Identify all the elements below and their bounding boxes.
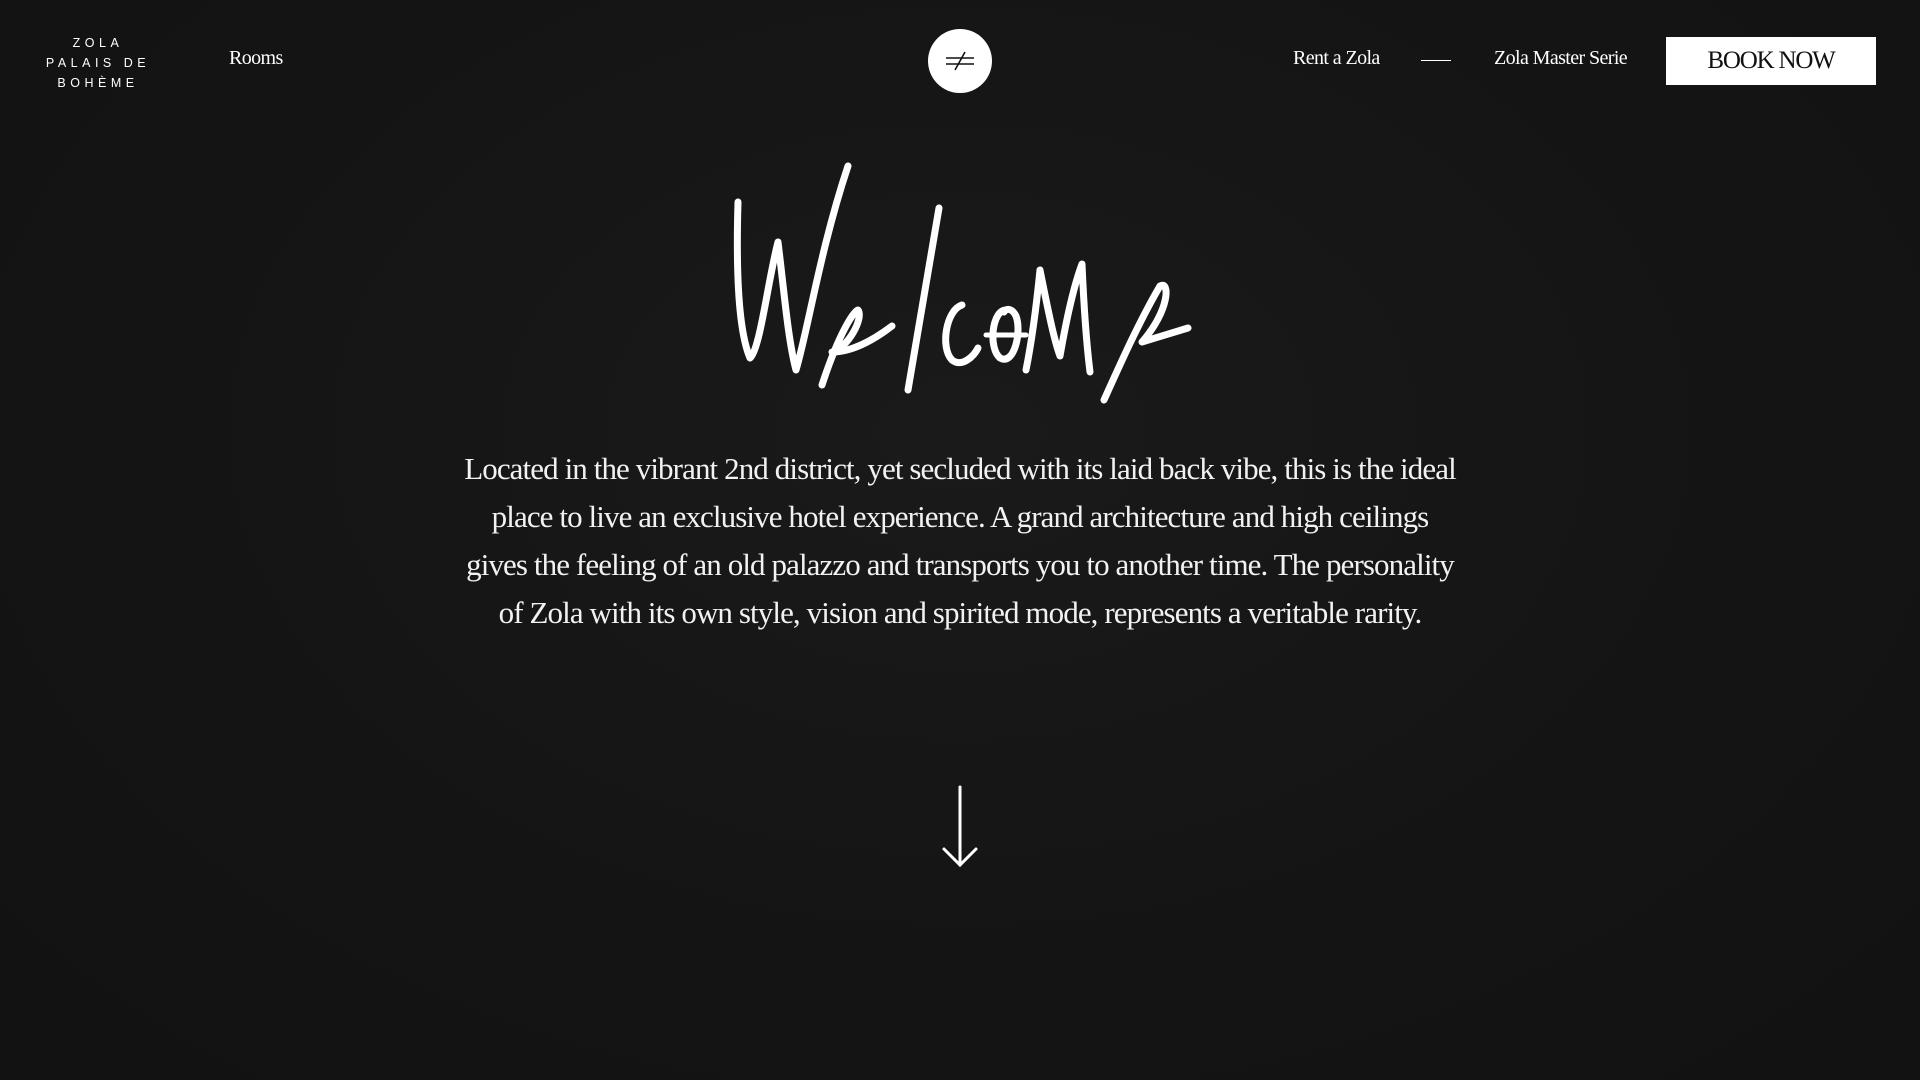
logo-line-1: ZOLA xyxy=(72,36,124,50)
nav-master-serie-link[interactable]: Zola Master Serie xyxy=(1494,47,1628,70)
intro-paragraph: Located in the vibrant 2nd district, yet… xyxy=(464,451,1457,630)
nav-rent-link[interactable]: Rent a Zola xyxy=(1293,47,1380,70)
nav-rooms-link[interactable]: Rooms xyxy=(229,47,283,70)
page: ZOLA PALAIS DE BOHÈME Rooms Rent a Zola … xyxy=(0,0,1920,1080)
logo-line-3: BOHÈME xyxy=(57,76,139,90)
nav-divider xyxy=(1421,60,1451,61)
not-equal-icon xyxy=(946,51,974,71)
menu-button[interactable] xyxy=(928,29,992,93)
book-now-button[interactable]: BOOK NOW xyxy=(1666,37,1876,85)
welcome-script-heading xyxy=(733,162,1192,404)
arrow-down-icon[interactable] xyxy=(940,785,980,869)
brand-logo[interactable]: ZOLA PALAIS DE BOHÈME xyxy=(42,33,154,93)
logo-line-2: PALAIS DE xyxy=(45,56,151,70)
